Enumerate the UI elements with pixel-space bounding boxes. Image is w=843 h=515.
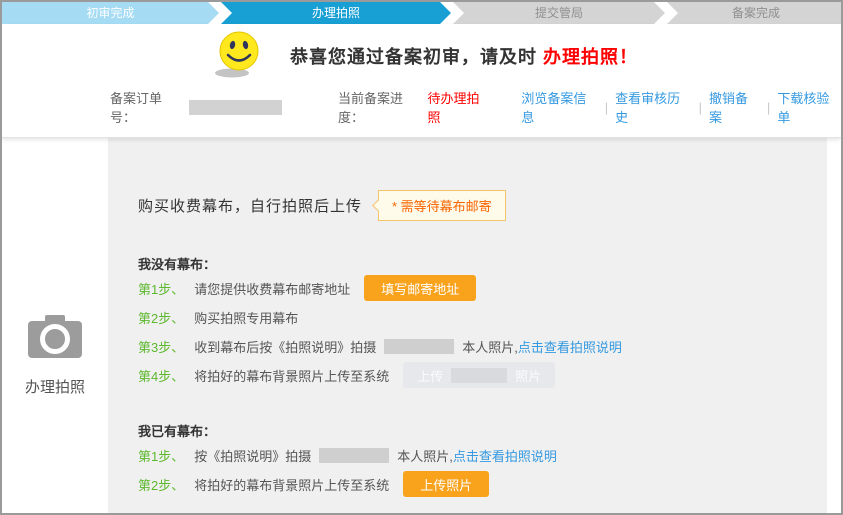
divider: | — [699, 100, 702, 115]
step-text: 本人照片, — [397, 446, 453, 465]
congrats-message: 恭喜您通过备案初审，请及时 办理拍照！ — [290, 43, 638, 69]
link-view-filing-info[interactable]: 浏览备案信息 — [521, 88, 597, 126]
progress-status-value: 待办理拍照 — [427, 88, 491, 126]
step-row-3: 第3步、 收到幕布后按《拍照说明》拍摄 本人照片, 点击查看拍照说明 — [138, 332, 807, 360]
congrats-prefix: 恭喜您通过备案初审，请及时 — [290, 47, 543, 67]
progress-step-label: 提交管局 — [535, 6, 583, 20]
progress-status-label: 当前备案进度： — [338, 88, 427, 126]
button-text: 上传 — [417, 366, 443, 385]
camera-icon — [25, 346, 85, 363]
divider: | — [605, 100, 608, 115]
sidebar: 办理拍照 — [2, 138, 108, 513]
congrats-row: 恭喜您通过备案初审，请及时 办理拍照！ — [212, 24, 841, 76]
header-links: 浏览备案信息 | 查看审核历史 | 撤销备案 | 下载核验单 — [521, 88, 841, 126]
link-cancel-filing[interactable]: 撤销备案 — [709, 88, 760, 126]
step-number: 第2步、 — [138, 308, 184, 327]
masked-person-name — [319, 448, 389, 463]
upload-photo-disabled-button: 上传 照片 — [403, 362, 555, 388]
icp-filing-page: 初审完成 办理拍照 提交管局 备案完成 恭喜您通过备案初审，请及时 办理拍照！ … — [0, 0, 843, 515]
photo-steps-panel: 购买收费幕布，自行拍照后上传 * 需等待幕布邮寄 我没有幕布： 第1步、 请您提… — [108, 138, 827, 513]
step-row-1: 第1步、 请您提供收费幕布邮寄地址 填写邮寄地址 — [138, 274, 807, 302]
step-row-2: 第2步、 将拍好的幕布背景照片上传至系统 上传照片 — [138, 470, 807, 498]
step-number: 第4步、 — [138, 366, 184, 385]
content-area: 办理拍照 购买收费幕布，自行拍照后上传 * 需等待幕布邮寄 我没有幕布： 第1步… — [2, 138, 841, 513]
progress-step-label: 初审完成 — [86, 6, 134, 20]
step-text: 购买拍照专用幕布 — [194, 308, 298, 327]
step-number: 第2步、 — [138, 475, 184, 494]
progress-step-pending: 备案完成 — [667, 2, 843, 24]
progress-step-label: 办理拍照 — [312, 6, 360, 20]
progress-steps-bar: 初审完成 办理拍照 提交管局 备案完成 — [2, 2, 841, 24]
view-photo-instructions-link[interactable]: 点击查看拍照说明 — [518, 337, 622, 356]
order-info-row: 备案订单号： 当前备案进度： 待办理拍照 浏览备案信息 | 查看审核历史 | 撤… — [110, 88, 841, 126]
step-row-2: 第2步、 购买拍照专用幕布 — [138, 303, 807, 331]
step-text: 收到幕布后按《拍照说明》拍摄 — [194, 337, 376, 356]
fill-mailing-address-button[interactable]: 填写邮寄地址 — [364, 275, 476, 301]
step-text: 将拍好的幕布背景照片上传至系统 — [194, 475, 389, 494]
step-row-4: 第4步、 将拍好的幕布背景照片上传至系统 上传 照片 — [138, 361, 807, 389]
panel-title: 购买收费幕布，自行拍照后上传 — [138, 195, 362, 216]
step-number: 第1步、 — [138, 446, 184, 465]
masked-person-name — [451, 368, 507, 383]
view-photo-instructions-link[interactable]: 点击查看拍照说明 — [453, 446, 557, 465]
step-number: 第1步、 — [138, 279, 184, 298]
upload-photo-button[interactable]: 上传照片 — [403, 471, 489, 497]
has-curtain-heading: 我已有幕布： — [138, 421, 807, 440]
progress-step-done: 初审完成 — [2, 2, 219, 24]
link-download-verification[interactable]: 下载核验单 — [777, 88, 841, 126]
progress-step-active: 办理拍照 — [221, 2, 451, 24]
link-review-history[interactable]: 查看审核历史 — [615, 88, 691, 126]
no-curtain-heading: 我没有幕布： — [138, 254, 807, 273]
sidebar-label: 办理拍照 — [2, 376, 108, 397]
progress-step-pending: 提交管局 — [453, 2, 665, 24]
status-header: 恭喜您通过备案初审，请及时 办理拍照！ 备案订单号： 当前备案进度： 待办理拍照… — [2, 24, 841, 138]
step-number: 第3步、 — [138, 337, 184, 356]
panel-title-row: 购买收费幕布，自行拍照后上传 * 需等待幕布邮寄 — [138, 190, 807, 220]
step-row-1: 第1步、 按《拍照说明》拍摄 本人照片, 点击查看拍照说明 — [138, 441, 807, 469]
progress-step-label: 备案完成 — [732, 6, 780, 20]
order-number-label: 备案订单号： — [110, 88, 187, 126]
congrats-highlight: 办理拍照！ — [543, 47, 638, 67]
step-text: 本人照片, — [462, 337, 518, 356]
step-text: 按《拍照说明》拍摄 — [194, 446, 311, 465]
masked-order-number — [189, 100, 282, 115]
step-text: 请您提供收费幕布邮寄地址 — [194, 279, 350, 298]
step-text: 将拍好的幕布背景照片上传至系统 — [194, 366, 389, 385]
smiley-icon — [212, 29, 264, 84]
divider: | — [767, 100, 770, 115]
button-text: 照片 — [515, 366, 541, 385]
curtain-mailing-badge: * 需等待幕布邮寄 — [378, 190, 506, 221]
masked-person-name — [384, 339, 454, 354]
